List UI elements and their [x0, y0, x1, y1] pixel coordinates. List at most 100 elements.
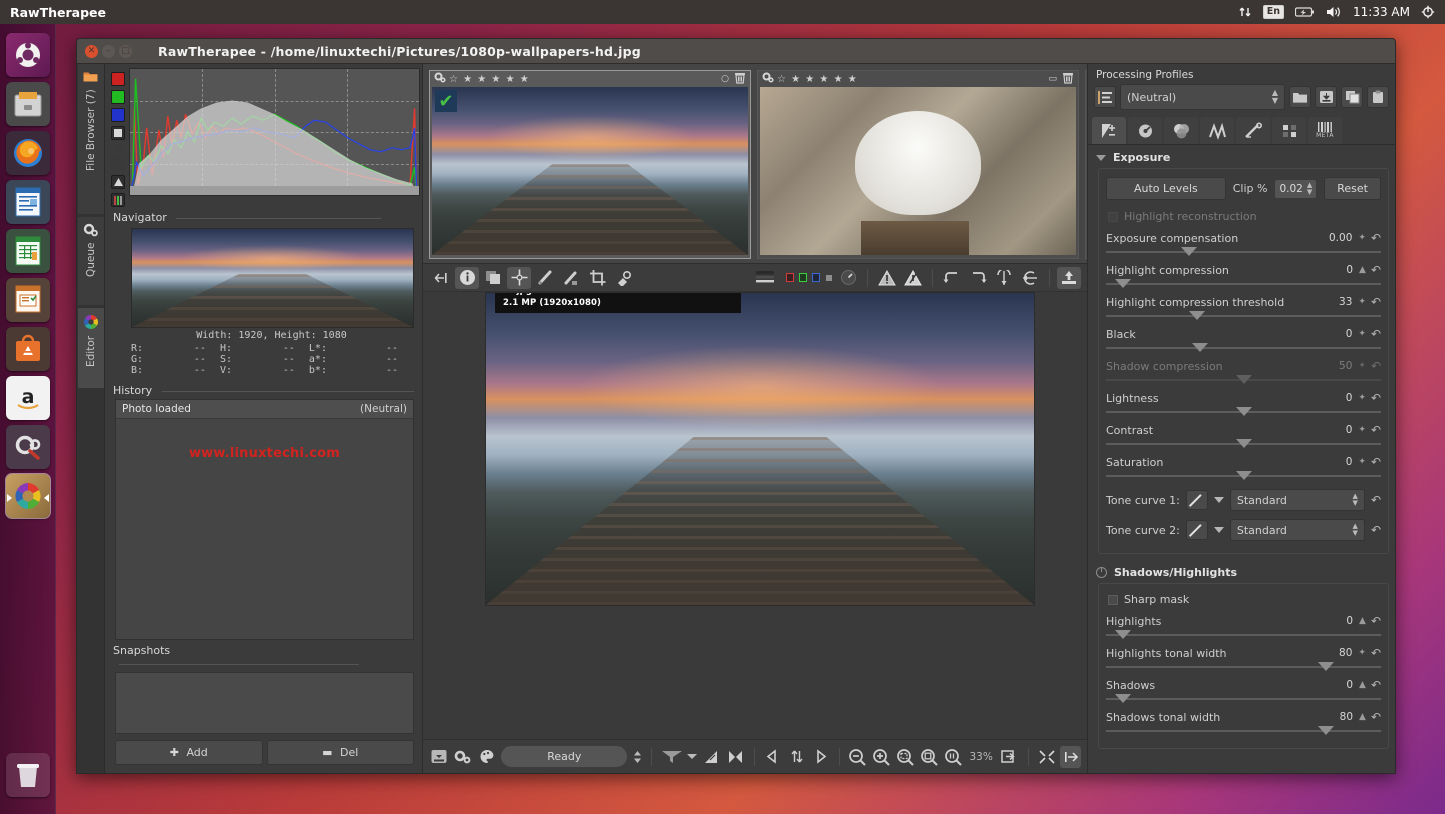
reset-slider-icon[interactable]: ↶	[1371, 646, 1381, 660]
add-snapshot-button[interactable]: ✚ Add	[115, 740, 263, 765]
trash-icon[interactable]	[1062, 71, 1074, 87]
histogram-mode-toggle[interactable]	[111, 175, 125, 189]
thumbnail-image[interactable]	[760, 87, 1076, 255]
reset-slider-icon[interactable]: ↶	[1371, 231, 1381, 245]
zoom-crop-icon[interactable]	[919, 746, 940, 768]
highlight-reconstruction-row[interactable]: Highlight reconstruction	[1106, 207, 1381, 229]
sidebar-item-file-browser[interactable]: File Browser (7)	[78, 64, 104, 214]
slider-contrast[interactable]: Contrast 0 ✦ ↶	[1106, 421, 1381, 453]
slider-highlights-tonal-width[interactable]: Highlights tonal width 80 ✦ ↶	[1106, 644, 1381, 676]
slider-spin-icon[interactable]: ✦	[1358, 329, 1366, 339]
tone-curve-2-mode-select[interactable]: Standard ▲▼	[1230, 519, 1365, 541]
sidebar-item-queue[interactable]: Queue	[78, 217, 104, 305]
auto-levels-button[interactable]: Auto Levels	[1106, 177, 1226, 200]
slider-spin-icon[interactable]: ✦	[1358, 648, 1366, 658]
tab-advanced[interactable]	[1200, 117, 1234, 144]
reset-slider-icon[interactable]: ↶	[1371, 678, 1381, 692]
window-maximize-button[interactable]: □	[119, 45, 132, 58]
slider-spin-icon[interactable]: ▲	[1359, 616, 1366, 626]
reset-slider-icon[interactable]: ↶	[1371, 614, 1381, 628]
slider-spin-icon[interactable]: ✦	[1358, 393, 1366, 403]
copy-profile-button[interactable]	[1341, 86, 1363, 108]
histogram-display[interactable]	[129, 68, 420, 196]
chevron-down-icon[interactable]	[686, 746, 698, 768]
slider-spin-icon[interactable]: ✦	[1358, 297, 1366, 307]
spot-removal-icon[interactable]	[611, 267, 635, 289]
tab-exposure[interactable]	[1092, 117, 1126, 144]
zoom-100-icon[interactable]	[943, 746, 964, 768]
trash-icon[interactable]	[734, 71, 746, 87]
unprocessed-icon[interactable]: ○	[721, 74, 729, 84]
tone-curve-1-mode-select[interactable]: Standard ▲▼	[1230, 489, 1365, 511]
navigator-preview[interactable]	[131, 228, 414, 328]
save-profile-button[interactable]	[1315, 86, 1337, 108]
clip-percent-input[interactable]: 0.02 ▲▼	[1274, 179, 1317, 199]
stepper-arrows-icon[interactable]: ▲▼	[1307, 182, 1312, 196]
exposure-section-header[interactable]: Exposure	[1088, 145, 1395, 168]
next-image-icon[interactable]	[810, 746, 831, 768]
tab-raw[interactable]	[1272, 117, 1306, 144]
clipping-indicator-red[interactable]	[784, 267, 795, 289]
slider-lightness[interactable]: Lightness 0 ✦ ↶	[1106, 389, 1381, 421]
color-picker-icon[interactable]	[836, 267, 860, 289]
profile-select[interactable]: (Neutral) ▲▼	[1120, 84, 1285, 110]
keyboard-layout-icon[interactable]: En	[1263, 5, 1284, 19]
slider-spin-icon[interactable]: ✦	[1358, 425, 1366, 435]
window-minimize-button[interactable]: –	[102, 45, 115, 58]
system-clock[interactable]: 11:33 AM	[1353, 5, 1410, 19]
zoom-out-icon[interactable]	[848, 746, 869, 768]
slider-black[interactable]: Black 0 ✦ ↶	[1106, 325, 1381, 357]
before-after-icon[interactable]	[481, 267, 505, 289]
reset-slider-icon[interactable]: ↶	[1371, 455, 1381, 469]
power-toggle-icon[interactable]	[1096, 567, 1107, 578]
system-settings-icon[interactable]	[6, 425, 50, 469]
save-export-icon[interactable]	[1057, 267, 1081, 289]
delete-snapshot-button[interactable]: ▬ Del	[267, 740, 415, 765]
tab-transform[interactable]	[1236, 117, 1270, 144]
slider-highlights[interactable]: Highlights 0 ▲ ↶	[1106, 612, 1381, 644]
reset-button[interactable]: Reset	[1324, 177, 1381, 200]
slider-shadows-tonal-width[interactable]: Shadows tonal width 80 ▲ ↶	[1106, 708, 1381, 740]
thumbnail-owl[interactable]: ☆ ★ ★ ★ ★ ★ ▭	[757, 70, 1079, 259]
network-icon[interactable]	[1238, 5, 1252, 19]
reset-slider-icon[interactable]: ↶	[1371, 710, 1381, 724]
flip-horizontal-icon[interactable]	[992, 267, 1016, 289]
slider-saturation[interactable]: Saturation 0 ✦ ↶	[1106, 453, 1381, 485]
amazon-icon[interactable]: a	[6, 376, 50, 420]
trash-icon[interactable]	[6, 753, 50, 797]
histogram-luminance-toggle[interactable]	[111, 126, 125, 140]
shadow-clipping-warning-icon[interactable]	[875, 267, 899, 289]
color-management-icon[interactable]	[477, 746, 498, 768]
clipping-indicator-gray[interactable]	[823, 267, 834, 289]
reset-slider-icon[interactable]: ↶	[1371, 263, 1381, 277]
preview-mode-icon[interactable]	[701, 746, 722, 768]
rating-stars[interactable]: ☆ ★ ★ ★ ★ ★	[777, 74, 858, 85]
shadows-highlights-section-header[interactable]: Shadows/Highlights	[1088, 560, 1395, 583]
highlight-reconstruction-checkbox[interactable]	[1108, 212, 1118, 222]
libreoffice-impress-icon[interactable]	[6, 278, 50, 322]
unprocessed-icon[interactable]: ▭	[1048, 74, 1057, 84]
tab-color[interactable]	[1164, 117, 1198, 144]
files-icon[interactable]	[6, 82, 50, 126]
slider-spin-icon[interactable]: ▲	[1359, 712, 1366, 722]
save-icon[interactable]	[429, 746, 450, 768]
preferences-icon[interactable]	[453, 746, 474, 768]
reset-slider-icon[interactable]: ↶	[1371, 391, 1381, 405]
tone-curve-1-row[interactable]: Tone curve 1: Standard ▲▼ ↶	[1106, 485, 1381, 515]
chevron-down-icon[interactable]	[1214, 497, 1224, 503]
chevron-down-icon[interactable]	[1214, 527, 1224, 533]
rating-stars[interactable]: ☆ ★ ★ ★ ★ ★	[449, 74, 530, 85]
reset-slider-icon[interactable]: ↶	[1371, 423, 1381, 437]
libreoffice-calc-icon[interactable]	[6, 229, 50, 273]
profile-list-icon[interactable]	[1094, 86, 1116, 108]
main-preview-image[interactable]: Canon EOS 40D + Unknown f/11.0 1.3s ISO1…	[485, 292, 1035, 606]
rotate-right-icon[interactable]	[966, 267, 990, 289]
zoom-in-icon[interactable]	[871, 746, 892, 768]
histogram-blue-toggle[interactable]	[111, 108, 125, 122]
reset-tone-curve-1-icon[interactable]: ↶	[1371, 493, 1381, 507]
slider-highlight-compression-threshold[interactable]: Highlight compression threshold 33 ✦ ↶	[1106, 293, 1381, 325]
clipping-indicator-blue[interactable]	[810, 267, 821, 289]
volume-icon[interactable]	[1326, 5, 1342, 19]
editor-canvas[interactable]: Canon EOS 40D + Unknown f/11.0 1.3s ISO1…	[423, 292, 1087, 739]
tone-curve-2-preview[interactable]	[1186, 520, 1208, 540]
